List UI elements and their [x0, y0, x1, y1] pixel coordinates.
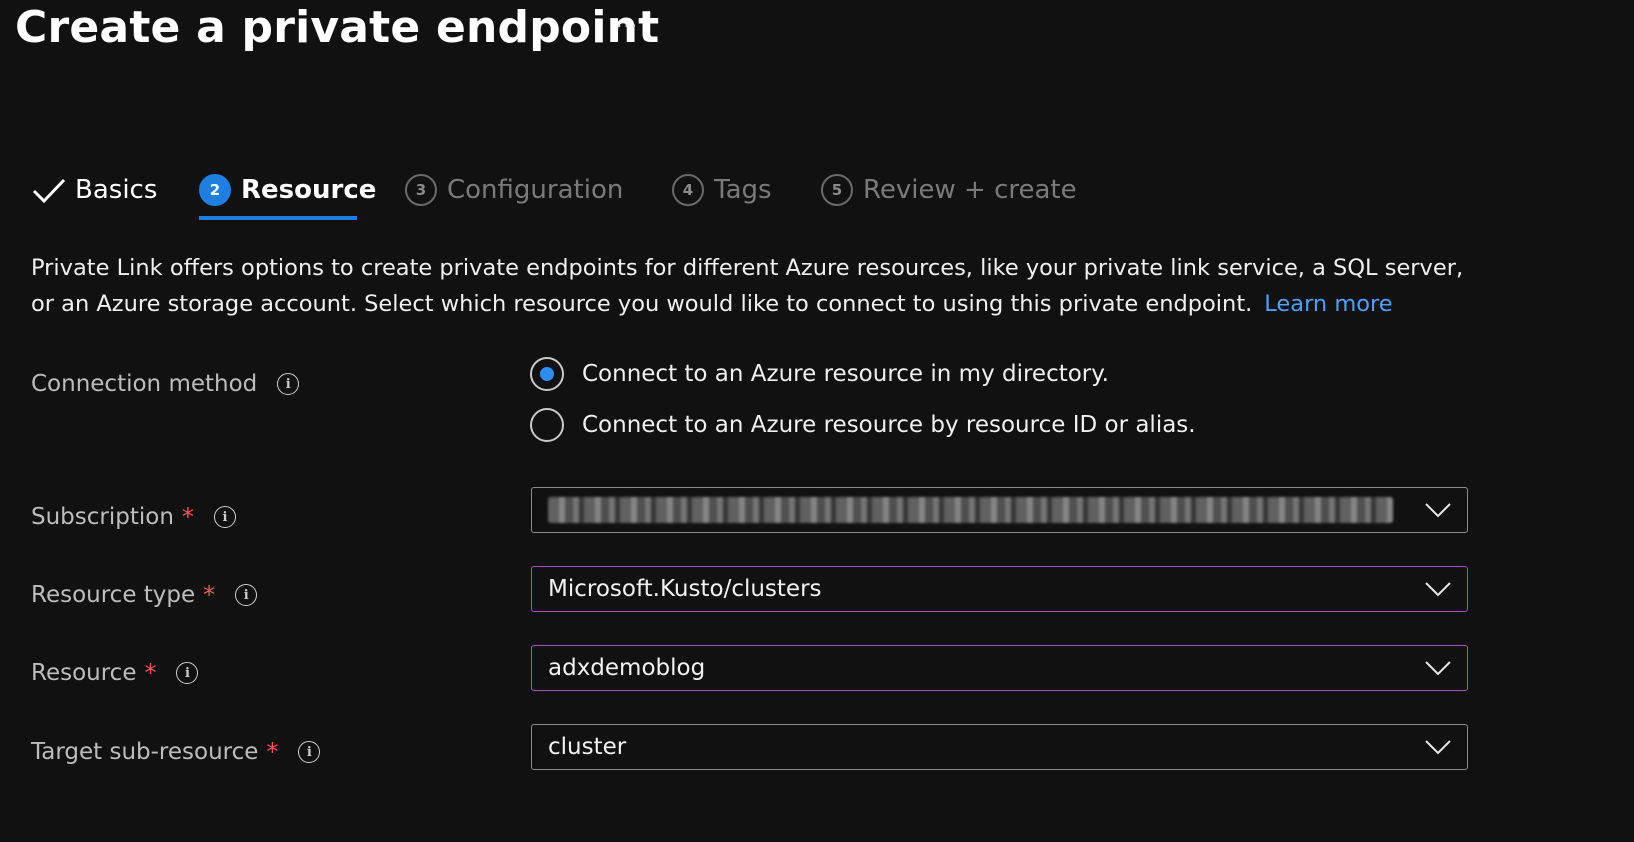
- tab-label: Configuration: [447, 175, 624, 205]
- tab-resource[interactable]: 2 Resource: [199, 162, 376, 218]
- required-asterisk: *: [181, 503, 194, 531]
- dropdown-value: adxdemoblog: [548, 655, 706, 681]
- resource-label: Resource * i: [31, 655, 199, 691]
- radio-option-resource-id[interactable]: Connect to an Azure resource by resource…: [530, 408, 1196, 442]
- info-icon[interactable]: i: [277, 373, 300, 395]
- info-icon[interactable]: i: [298, 741, 321, 763]
- target-sub-resource-label: Target sub-resource * i: [31, 734, 321, 770]
- dropdown-value: Microsoft.Kusto/clusters: [548, 576, 822, 602]
- tab-label: Basics: [75, 175, 158, 205]
- more-options-button[interactable]: ···: [616, 14, 638, 38]
- info-icon[interactable]: i: [176, 662, 199, 684]
- subscription-label: Subscription * i: [31, 499, 236, 535]
- radio-label: Connect to an Azure resource by resource…: [582, 412, 1196, 438]
- chevron-down-icon: [1425, 582, 1451, 597]
- info-icon[interactable]: i: [235, 584, 258, 606]
- redacted-value: [548, 497, 1393, 523]
- radio-option-my-directory[interactable]: Connect to an Azure resource in my direc…: [530, 357, 1109, 391]
- resource-dropdown[interactable]: adxdemoblog: [531, 645, 1468, 691]
- step-number-badge: 5: [821, 174, 853, 206]
- page-title: Create a private endpoint: [15, 2, 660, 53]
- radio-unselected-icon[interactable]: [530, 408, 564, 442]
- radio-selected-icon[interactable]: [530, 357, 564, 391]
- required-asterisk: *: [144, 659, 157, 687]
- step-number-badge: 3: [405, 174, 437, 206]
- chevron-down-icon: [1425, 503, 1451, 518]
- radio-label: Connect to an Azure resource in my direc…: [582, 361, 1109, 387]
- learn-more-link[interactable]: Learn more: [1264, 291, 1392, 317]
- resource-type-dropdown[interactable]: Microsoft.Kusto/clusters: [531, 566, 1468, 612]
- description: Private Link offers options to create pr…: [31, 250, 1491, 322]
- checkmark-icon: [32, 178, 66, 204]
- tab-label: Resource: [241, 175, 377, 205]
- label-text: Connection method: [31, 371, 258, 397]
- dropdown-value: cluster: [548, 734, 627, 760]
- chevron-down-icon: [1425, 740, 1451, 755]
- info-icon[interactable]: i: [213, 506, 236, 528]
- tab-configuration[interactable]: 3 Configuration: [405, 162, 623, 218]
- description-text: Private Link offers options to create pr…: [31, 255, 1464, 317]
- tab-basics[interactable]: Basics: [31, 162, 157, 218]
- connection-method-label: Connection method i: [31, 366, 300, 402]
- tab-label: Review + create: [863, 175, 1077, 205]
- wizard-tabs: Basics 2 Resource 3 Configuration 4 Tags…: [0, 162, 1200, 222]
- tab-tags[interactable]: 4 Tags: [672, 162, 772, 218]
- chevron-down-icon: [1425, 661, 1451, 676]
- tab-review-create[interactable]: 5 Review + create: [821, 162, 1077, 218]
- step-number-badge: 4: [672, 174, 704, 206]
- label-text: Subscription: [31, 504, 174, 530]
- step-number-badge: 2: [199, 174, 231, 206]
- tab-label: Tags: [714, 175, 772, 205]
- target-sub-resource-dropdown[interactable]: cluster: [531, 724, 1468, 770]
- required-asterisk: *: [266, 738, 279, 766]
- label-text: Resource: [31, 660, 137, 686]
- active-tab-indicator: [199, 216, 357, 220]
- required-asterisk: *: [203, 581, 216, 609]
- subscription-dropdown[interactable]: [531, 487, 1468, 533]
- label-text: Target sub-resource: [31, 739, 259, 765]
- label-text: Resource type: [31, 582, 196, 608]
- resource-type-label: Resource type * i: [31, 577, 258, 613]
